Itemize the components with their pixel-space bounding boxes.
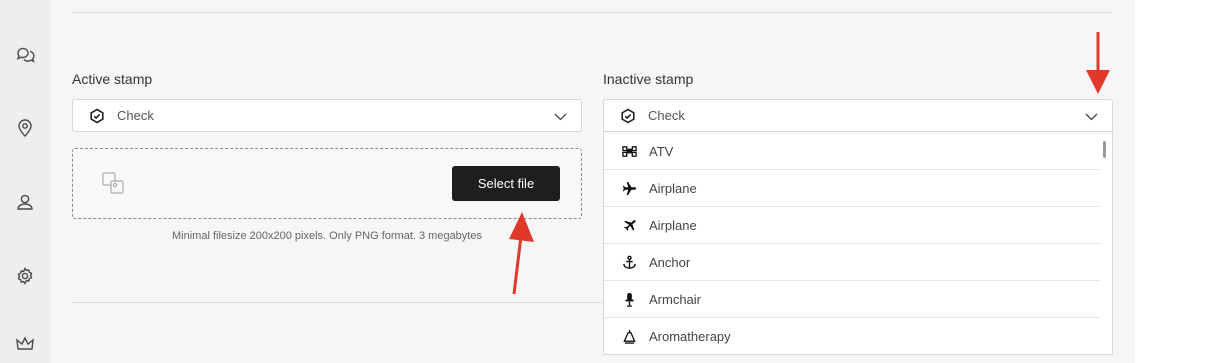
chevron-down-icon [554,110,567,123]
airplane-small-icon [621,217,637,233]
check-badge-icon [89,108,105,124]
inactive-stamp-value: Check [648,108,685,123]
crown-icon[interactable] [14,333,36,355]
divider-bottom [72,302,603,303]
option-label: Armchair [649,291,702,307]
active-stamp-value: Check [117,108,154,123]
dropdown-scrollbar[interactable] [1103,141,1106,158]
divider-top [72,12,1112,13]
stamp-options-dropdown[interactable]: ATV Airplane Airplane Anchor Armchair Ar… [603,133,1113,355]
select-file-button[interactable]: Select file [452,166,560,201]
option-armchair[interactable]: Armchair [604,281,1100,318]
airplane-icon [621,180,637,196]
file-dropzone[interactable]: Select file [72,148,582,219]
inactive-stamp-select[interactable]: Check [603,99,1113,132]
option-label: Airplane [649,217,697,233]
aromatherapy-icon [621,328,637,344]
option-aromatherapy[interactable]: Aromatherapy [604,318,1100,354]
option-airplane-2[interactable]: Airplane [604,207,1100,244]
chat-icon[interactable] [14,43,36,65]
atv-icon [621,143,637,159]
inactive-stamp-label: Inactive stamp [603,71,694,87]
location-pin-icon[interactable] [14,117,36,139]
option-label: Airplane [649,180,697,196]
option-label: Anchor [649,254,691,270]
image-upload-icon [101,171,127,197]
check-badge-icon [620,108,636,124]
option-anchor[interactable]: Anchor [604,244,1100,281]
gear-icon[interactable] [14,265,36,287]
chevron-down-icon[interactable] [1085,110,1098,123]
option-atv[interactable]: ATV [604,133,1100,170]
user-icon[interactable] [14,191,36,213]
armchair-icon [621,291,637,307]
anchor-icon [621,254,637,270]
active-stamp-label: Active stamp [72,71,153,87]
upload-hint: Minimal filesize 200x200 pixels. Only PN… [172,230,482,242]
active-stamp-select[interactable]: Check [72,99,582,132]
option-label: Aromatherapy [649,328,731,344]
option-airplane[interactable]: Airplane [604,170,1100,207]
sidebar [0,0,50,363]
option-label: ATV [649,143,674,159]
